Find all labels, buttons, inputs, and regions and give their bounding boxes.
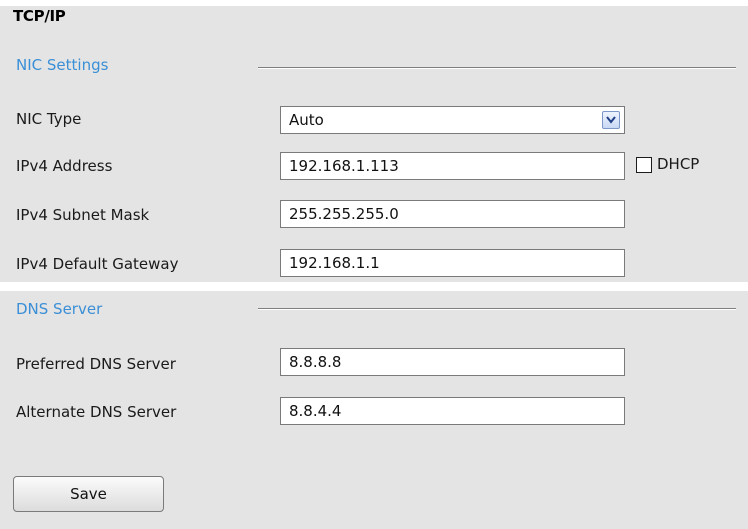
nic-type-label: NIC Type xyxy=(16,110,82,128)
ipv4-default-gateway-input[interactable] xyxy=(280,249,625,277)
preferred-dns-input[interactable] xyxy=(280,348,625,376)
nic-type-select[interactable]: Auto xyxy=(280,106,625,134)
alternate-dns-input[interactable] xyxy=(280,397,625,425)
panel-gap xyxy=(0,282,748,291)
preferred-dns-label: Preferred DNS Server xyxy=(16,355,176,373)
nic-settings-panel xyxy=(0,6,748,282)
ipv4-subnet-mask-input[interactable] xyxy=(280,200,625,228)
nic-settings-title: NIC Settings xyxy=(16,56,109,74)
dns-server-title: DNS Server xyxy=(16,300,103,318)
nic-settings-divider xyxy=(258,67,736,69)
dns-server-divider xyxy=(258,308,736,310)
dhcp-label: DHCP xyxy=(657,155,700,173)
chevron-down-icon[interactable] xyxy=(602,111,620,129)
ipv4-address-label: IPv4 Address xyxy=(16,157,113,175)
ipv4-subnet-mask-label: IPv4 Subnet Mask xyxy=(16,206,150,224)
save-button[interactable]: Save xyxy=(13,476,164,512)
page-title: TCP/IP xyxy=(13,7,66,25)
top-border-artifact xyxy=(256,0,696,5)
ipv4-default-gateway-label: IPv4 Default Gateway xyxy=(16,255,179,273)
alternate-dns-label: Alternate DNS Server xyxy=(16,403,177,421)
ipv4-address-input[interactable] xyxy=(280,152,625,180)
dhcp-checkbox[interactable] xyxy=(636,157,652,173)
nic-type-value: Auto xyxy=(289,111,324,129)
